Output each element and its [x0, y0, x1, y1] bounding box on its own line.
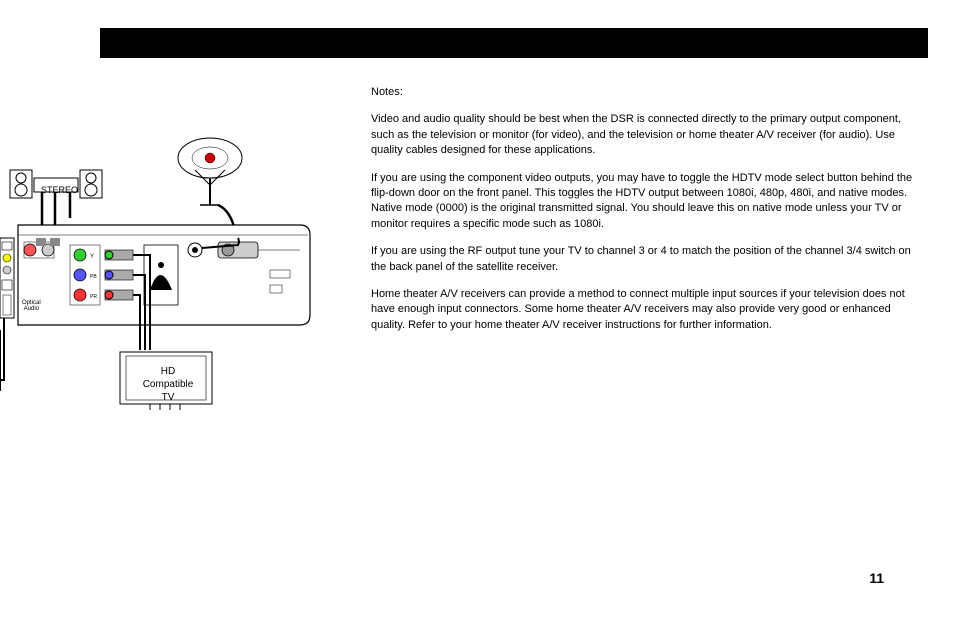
notes-paragraph-3: If you are using the RF output tune your…	[371, 244, 919, 275]
optical-audio-label: Optical Audio	[22, 300, 41, 312]
notes-heading: Notes:	[371, 85, 919, 100]
satellite-dish-icon	[178, 138, 242, 205]
page-number: 11	[869, 570, 884, 586]
notes-paragraph-1: Video and audio quality should be best w…	[371, 112, 919, 158]
svg-text:PR: PR	[90, 294, 97, 300]
notes-paragraph-4: Home theater A/V receivers can provide a…	[371, 287, 919, 333]
component-plugs	[105, 250, 133, 300]
hd-tv-label: HD Compatible TV	[133, 365, 203, 404]
svg-text:Y: Y	[90, 254, 94, 260]
notes-section: Notes: Video and audio quality should be…	[371, 85, 919, 345]
stereo-label: STEREO	[41, 185, 78, 195]
header-black-bar	[100, 28, 928, 58]
optical-audio-box	[0, 238, 14, 318]
receiver-body-icon: Y PB PR	[18, 225, 310, 325]
notes-paragraph-2: If you are using the component video out…	[371, 171, 919, 233]
svg-text:PB: PB	[90, 274, 97, 280]
